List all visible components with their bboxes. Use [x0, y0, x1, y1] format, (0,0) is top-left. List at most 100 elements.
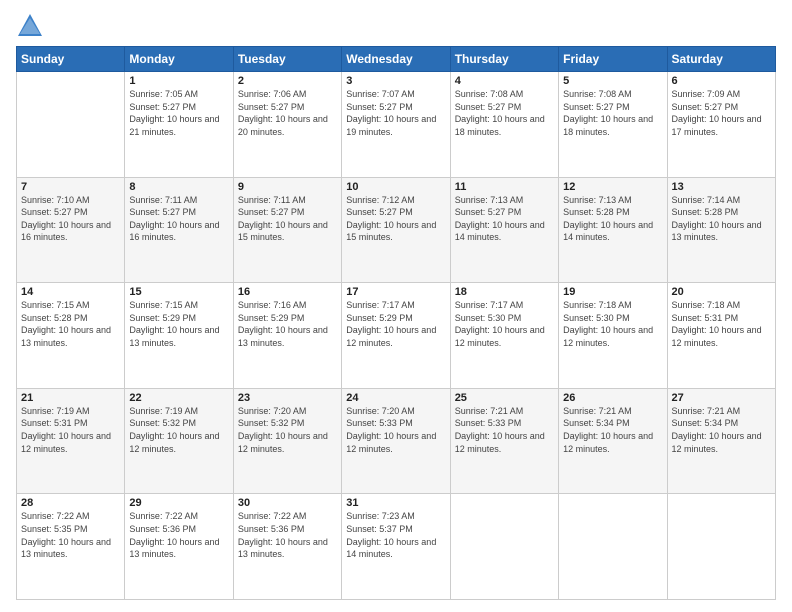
- calendar-cell: 22Sunrise: 7:19 AMSunset: 5:32 PMDayligh…: [125, 388, 233, 494]
- day-number: 14: [21, 286, 120, 298]
- day-info: Sunrise: 7:06 AMSunset: 5:27 PMDaylight:…: [238, 88, 337, 138]
- day-info: Sunrise: 7:18 AMSunset: 5:30 PMDaylight:…: [563, 299, 662, 349]
- logo: [16, 12, 48, 40]
- calendar-cell: 29Sunrise: 7:22 AMSunset: 5:36 PMDayligh…: [125, 494, 233, 600]
- calendar-cell: 30Sunrise: 7:22 AMSunset: 5:36 PMDayligh…: [233, 494, 341, 600]
- weekday-header-thursday: Thursday: [450, 47, 558, 72]
- calendar-week-row: 7Sunrise: 7:10 AMSunset: 5:27 PMDaylight…: [17, 177, 776, 283]
- day-number: 11: [455, 181, 554, 193]
- day-number: 27: [672, 392, 771, 404]
- day-number: 25: [455, 392, 554, 404]
- calendar-cell: 18Sunrise: 7:17 AMSunset: 5:30 PMDayligh…: [450, 283, 558, 389]
- day-number: 19: [563, 286, 662, 298]
- day-number: 12: [563, 181, 662, 193]
- day-info: Sunrise: 7:12 AMSunset: 5:27 PMDaylight:…: [346, 194, 445, 244]
- weekday-header-row: SundayMondayTuesdayWednesdayThursdayFrid…: [17, 47, 776, 72]
- day-info: Sunrise: 7:22 AMSunset: 5:35 PMDaylight:…: [21, 510, 120, 560]
- day-info: Sunrise: 7:05 AMSunset: 5:27 PMDaylight:…: [129, 88, 228, 138]
- day-info: Sunrise: 7:07 AMSunset: 5:27 PMDaylight:…: [346, 88, 445, 138]
- calendar-cell: [450, 494, 558, 600]
- day-number: 22: [129, 392, 228, 404]
- day-info: Sunrise: 7:11 AMSunset: 5:27 PMDaylight:…: [129, 194, 228, 244]
- calendar-cell: 28Sunrise: 7:22 AMSunset: 5:35 PMDayligh…: [17, 494, 125, 600]
- calendar-cell: 19Sunrise: 7:18 AMSunset: 5:30 PMDayligh…: [559, 283, 667, 389]
- weekday-header-wednesday: Wednesday: [342, 47, 450, 72]
- calendar-cell: 31Sunrise: 7:23 AMSunset: 5:37 PMDayligh…: [342, 494, 450, 600]
- day-number: 18: [455, 286, 554, 298]
- day-number: 6: [672, 75, 771, 87]
- calendar-week-row: 21Sunrise: 7:19 AMSunset: 5:31 PMDayligh…: [17, 388, 776, 494]
- day-info: Sunrise: 7:21 AMSunset: 5:34 PMDaylight:…: [563, 405, 662, 455]
- calendar-cell: 1Sunrise: 7:05 AMSunset: 5:27 PMDaylight…: [125, 72, 233, 178]
- day-number: 4: [455, 75, 554, 87]
- calendar-cell: 17Sunrise: 7:17 AMSunset: 5:29 PMDayligh…: [342, 283, 450, 389]
- calendar-cell: 26Sunrise: 7:21 AMSunset: 5:34 PMDayligh…: [559, 388, 667, 494]
- calendar-cell: 5Sunrise: 7:08 AMSunset: 5:27 PMDaylight…: [559, 72, 667, 178]
- day-info: Sunrise: 7:21 AMSunset: 5:34 PMDaylight:…: [672, 405, 771, 455]
- day-number: 30: [238, 497, 337, 509]
- day-info: Sunrise: 7:21 AMSunset: 5:33 PMDaylight:…: [455, 405, 554, 455]
- calendar-cell: 8Sunrise: 7:11 AMSunset: 5:27 PMDaylight…: [125, 177, 233, 283]
- calendar-cell: 25Sunrise: 7:21 AMSunset: 5:33 PMDayligh…: [450, 388, 558, 494]
- calendar-cell: 27Sunrise: 7:21 AMSunset: 5:34 PMDayligh…: [667, 388, 775, 494]
- calendar-cell: [559, 494, 667, 600]
- calendar-cell: 13Sunrise: 7:14 AMSunset: 5:28 PMDayligh…: [667, 177, 775, 283]
- day-number: 7: [21, 181, 120, 193]
- day-number: 31: [346, 497, 445, 509]
- day-number: 24: [346, 392, 445, 404]
- calendar-cell: 20Sunrise: 7:18 AMSunset: 5:31 PMDayligh…: [667, 283, 775, 389]
- weekday-header-friday: Friday: [559, 47, 667, 72]
- calendar-cell: 10Sunrise: 7:12 AMSunset: 5:27 PMDayligh…: [342, 177, 450, 283]
- weekday-header-monday: Monday: [125, 47, 233, 72]
- day-info: Sunrise: 7:14 AMSunset: 5:28 PMDaylight:…: [672, 194, 771, 244]
- day-number: 23: [238, 392, 337, 404]
- page: SundayMondayTuesdayWednesdayThursdayFrid…: [0, 0, 792, 612]
- day-info: Sunrise: 7:17 AMSunset: 5:29 PMDaylight:…: [346, 299, 445, 349]
- weekday-header-saturday: Saturday: [667, 47, 775, 72]
- day-number: 21: [21, 392, 120, 404]
- header: [16, 12, 776, 40]
- calendar-cell: 9Sunrise: 7:11 AMSunset: 5:27 PMDaylight…: [233, 177, 341, 283]
- day-info: Sunrise: 7:15 AMSunset: 5:28 PMDaylight:…: [21, 299, 120, 349]
- calendar-cell: 11Sunrise: 7:13 AMSunset: 5:27 PMDayligh…: [450, 177, 558, 283]
- calendar-cell: 16Sunrise: 7:16 AMSunset: 5:29 PMDayligh…: [233, 283, 341, 389]
- day-number: 3: [346, 75, 445, 87]
- day-info: Sunrise: 7:23 AMSunset: 5:37 PMDaylight:…: [346, 510, 445, 560]
- day-number: 8: [129, 181, 228, 193]
- calendar-week-row: 28Sunrise: 7:22 AMSunset: 5:35 PMDayligh…: [17, 494, 776, 600]
- calendar-cell: 23Sunrise: 7:20 AMSunset: 5:32 PMDayligh…: [233, 388, 341, 494]
- calendar-cell: 14Sunrise: 7:15 AMSunset: 5:28 PMDayligh…: [17, 283, 125, 389]
- day-info: Sunrise: 7:22 AMSunset: 5:36 PMDaylight:…: [238, 510, 337, 560]
- weekday-header-sunday: Sunday: [17, 47, 125, 72]
- calendar-cell: [667, 494, 775, 600]
- day-info: Sunrise: 7:08 AMSunset: 5:27 PMDaylight:…: [563, 88, 662, 138]
- day-info: Sunrise: 7:18 AMSunset: 5:31 PMDaylight:…: [672, 299, 771, 349]
- day-info: Sunrise: 7:16 AMSunset: 5:29 PMDaylight:…: [238, 299, 337, 349]
- calendar-cell: 24Sunrise: 7:20 AMSunset: 5:33 PMDayligh…: [342, 388, 450, 494]
- calendar-cell: [17, 72, 125, 178]
- day-info: Sunrise: 7:11 AMSunset: 5:27 PMDaylight:…: [238, 194, 337, 244]
- day-number: 9: [238, 181, 337, 193]
- calendar-cell: 2Sunrise: 7:06 AMSunset: 5:27 PMDaylight…: [233, 72, 341, 178]
- day-number: 2: [238, 75, 337, 87]
- day-number: 29: [129, 497, 228, 509]
- day-info: Sunrise: 7:20 AMSunset: 5:33 PMDaylight:…: [346, 405, 445, 455]
- logo-icon: [16, 12, 44, 40]
- day-number: 10: [346, 181, 445, 193]
- day-info: Sunrise: 7:08 AMSunset: 5:27 PMDaylight:…: [455, 88, 554, 138]
- day-info: Sunrise: 7:13 AMSunset: 5:28 PMDaylight:…: [563, 194, 662, 244]
- day-info: Sunrise: 7:13 AMSunset: 5:27 PMDaylight:…: [455, 194, 554, 244]
- day-info: Sunrise: 7:17 AMSunset: 5:30 PMDaylight:…: [455, 299, 554, 349]
- day-number: 13: [672, 181, 771, 193]
- day-number: 15: [129, 286, 228, 298]
- calendar-cell: 6Sunrise: 7:09 AMSunset: 5:27 PMDaylight…: [667, 72, 775, 178]
- day-number: 16: [238, 286, 337, 298]
- calendar-cell: 12Sunrise: 7:13 AMSunset: 5:28 PMDayligh…: [559, 177, 667, 283]
- calendar-week-row: 1Sunrise: 7:05 AMSunset: 5:27 PMDaylight…: [17, 72, 776, 178]
- calendar-cell: 4Sunrise: 7:08 AMSunset: 5:27 PMDaylight…: [450, 72, 558, 178]
- calendar-cell: 7Sunrise: 7:10 AMSunset: 5:27 PMDaylight…: [17, 177, 125, 283]
- calendar-week-row: 14Sunrise: 7:15 AMSunset: 5:28 PMDayligh…: [17, 283, 776, 389]
- day-info: Sunrise: 7:19 AMSunset: 5:31 PMDaylight:…: [21, 405, 120, 455]
- day-number: 28: [21, 497, 120, 509]
- day-number: 1: [129, 75, 228, 87]
